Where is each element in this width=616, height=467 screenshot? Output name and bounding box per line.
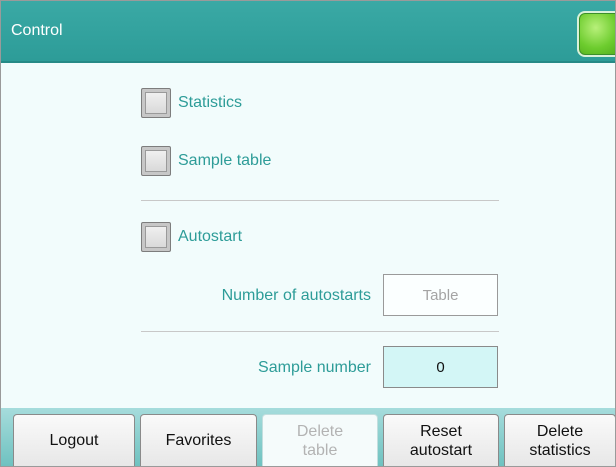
number-of-autostarts-field: Table — [383, 274, 498, 316]
statistics-checkbox[interactable] — [141, 88, 171, 118]
sample-number-label: Sample number — [258, 359, 371, 376]
title-bar: Control — [1, 1, 615, 63]
statistics-label[interactable]: Statistics — [178, 94, 242, 112]
reset-autostart-button[interactable]: Reset autostart — [383, 414, 499, 466]
autostart-label[interactable]: Autostart — [178, 228, 242, 246]
delete-table-button: Delete table — [262, 414, 378, 466]
number-of-autostarts-label: Number of autostarts — [221, 287, 371, 304]
divider — [141, 200, 499, 201]
content-area: Statistics Sample table Autostart Number… — [1, 63, 615, 408]
logout-button[interactable]: Logout — [13, 414, 135, 466]
autostart-option[interactable]: Autostart — [141, 221, 242, 253]
window: Control Statistics Sample table Autostar… — [0, 0, 616, 467]
status-led-icon[interactable] — [577, 11, 615, 57]
sample-table-checkbox[interactable] — [141, 146, 171, 176]
autostart-checkbox[interactable] — [141, 222, 171, 252]
statistics-option[interactable]: Statistics — [141, 87, 242, 119]
sample-table-label[interactable]: Sample table — [178, 152, 271, 170]
divider — [141, 331, 499, 332]
favorites-button[interactable]: Favorites — [140, 414, 257, 466]
bottom-toolbar: Logout Favorites Delete table Reset auto… — [1, 408, 615, 466]
sample-number-input[interactable]: 0 — [383, 346, 498, 388]
page-title: Control — [11, 22, 63, 39]
sample-table-option[interactable]: Sample table — [141, 145, 271, 177]
delete-statistics-button[interactable]: Delete statistics — [504, 414, 615, 466]
